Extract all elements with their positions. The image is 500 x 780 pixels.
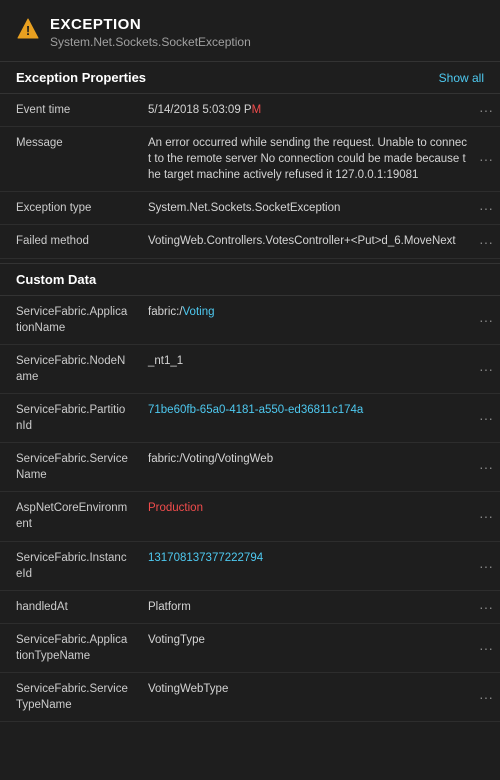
prop-row-message: Message An error occurred while sending …: [0, 127, 500, 192]
custom-data-header: Custom Data: [0, 263, 500, 296]
prop-row-app-type-name: ServiceFabric.ApplicationTypeName Voting…: [0, 624, 500, 673]
prop-key-app-name: ServiceFabric.ApplicationName: [0, 296, 140, 344]
prop-actions-message[interactable]: ···: [472, 127, 500, 191]
prop-row-partition-id: ServiceFabric.PartitionId 71be60fb-65a0-…: [0, 394, 500, 443]
prop-row-instance-id: ServiceFabric.InstanceId 131708137377222…: [0, 542, 500, 591]
partition-id-link: 71be60fb-65a0-4181-a550-ed36811c174a: [148, 404, 363, 416]
prop-key-aspnetcore-env: AspNetCoreEnvironment: [0, 492, 140, 540]
prop-actions-instance-id[interactable]: ···: [472, 542, 500, 590]
prop-actions-app-name[interactable]: ···: [472, 296, 500, 344]
exception-title-block: EXCEPTION System.Net.Sockets.SocketExcep…: [50, 16, 251, 49]
exception-properties-header: Exception Properties Show all: [0, 61, 500, 94]
prop-actions-node-name[interactable]: ···: [472, 345, 500, 393]
prop-actions-exception-type[interactable]: ···: [472, 192, 500, 224]
prop-value-node-name: _nt1_1: [140, 345, 472, 393]
prop-key-failed-method: Failed method: [0, 225, 140, 257]
event-time-highlight: M: [252, 104, 262, 116]
prop-value-instance-id: 131708137377222794: [140, 542, 472, 590]
prop-key-instance-id: ServiceFabric.InstanceId: [0, 542, 140, 590]
exception-subtitle: System.Net.Sockets.SocketException: [50, 35, 251, 49]
env-highlight: Production: [148, 502, 203, 514]
prop-actions-aspnetcore-env[interactable]: ···: [472, 492, 500, 540]
exception-header: ! EXCEPTION System.Net.Sockets.SocketExc…: [0, 0, 500, 61]
show-all-link[interactable]: Show all: [439, 71, 484, 85]
prop-key-message: Message: [0, 127, 140, 191]
prop-row-app-name: ServiceFabric.ApplicationName fabric:/Vo…: [0, 296, 500, 345]
prop-value-app-name: fabric:/Voting: [140, 296, 472, 344]
prop-actions-app-type-name[interactable]: ···: [472, 624, 500, 672]
prop-row-handled-at: handledAt Platform ···: [0, 591, 500, 624]
prop-value-partition-id: 71be60fb-65a0-4181-a550-ed36811c174a: [140, 394, 472, 442]
warning-triangle-icon: !: [16, 16, 40, 44]
prop-key-event-time: Event time: [0, 94, 140, 126]
prop-key-service-type-name: ServiceFabric.ServiceTypeName: [0, 673, 140, 721]
prop-row-failed-method: Failed method VotingWeb.Controllers.Vote…: [0, 225, 500, 258]
prop-key-partition-id: ServiceFabric.PartitionId: [0, 394, 140, 442]
prop-actions-failed-method[interactable]: ···: [472, 225, 500, 257]
prop-value-aspnetcore-env: Production: [140, 492, 472, 540]
prop-row-service-type-name: ServiceFabric.ServiceTypeName VotingWebT…: [0, 673, 500, 722]
svg-text:!: !: [26, 23, 30, 38]
prop-row-service-name: ServiceFabric.ServiceName fabric:/Voting…: [0, 443, 500, 492]
prop-value-app-type-name: VotingType: [140, 624, 472, 672]
custom-data-title: Custom Data: [16, 272, 96, 287]
prop-value-service-name: fabric:/Voting/VotingWeb: [140, 443, 472, 491]
prop-value-handled-at: Platform: [140, 591, 472, 623]
prop-key-service-name: ServiceFabric.ServiceName: [0, 443, 140, 491]
app-name-link: Voting: [183, 306, 215, 318]
prop-row-aspnetcore-env: AspNetCoreEnvironment Production ···: [0, 492, 500, 541]
custom-data-section: Custom Data ServiceFabric.ApplicationNam…: [0, 263, 500, 723]
exception-label: EXCEPTION: [50, 16, 251, 33]
prop-row-node-name: ServiceFabric.NodeName _nt1_1 ···: [0, 345, 500, 394]
prop-key-handled-at: handledAt: [0, 591, 140, 623]
exception-properties-title: Exception Properties: [16, 70, 146, 85]
prop-actions-handled-at[interactable]: ···: [472, 591, 500, 623]
prop-value-message: An error occurred while sending the requ…: [140, 127, 472, 191]
prop-actions-partition-id[interactable]: ···: [472, 394, 500, 442]
prop-key-node-name: ServiceFabric.NodeName: [0, 345, 140, 393]
prop-key-exception-type: Exception type: [0, 192, 140, 224]
prop-actions-service-name[interactable]: ···: [472, 443, 500, 491]
instance-id-link: 131708137377222794: [148, 552, 263, 564]
exception-properties-section: Exception Properties Show all Event time…: [0, 61, 500, 259]
prop-row-exception-type: Exception type System.Net.Sockets.Socket…: [0, 192, 500, 225]
prop-actions-event-time[interactable]: ···: [472, 94, 500, 126]
prop-key-app-type-name: ServiceFabric.ApplicationTypeName: [0, 624, 140, 672]
prop-value-failed-method: VotingWeb.Controllers.VotesController+<P…: [140, 225, 472, 257]
prop-actions-service-type-name[interactable]: ···: [472, 673, 500, 721]
prop-value-exception-type: System.Net.Sockets.SocketException: [140, 192, 472, 224]
prop-value-service-type-name: VotingWebType: [140, 673, 472, 721]
prop-value-event-time: 5/14/2018 5:03:09 PM: [140, 94, 472, 126]
prop-row-event-time: Event time 5/14/2018 5:03:09 PM ···: [0, 94, 500, 127]
